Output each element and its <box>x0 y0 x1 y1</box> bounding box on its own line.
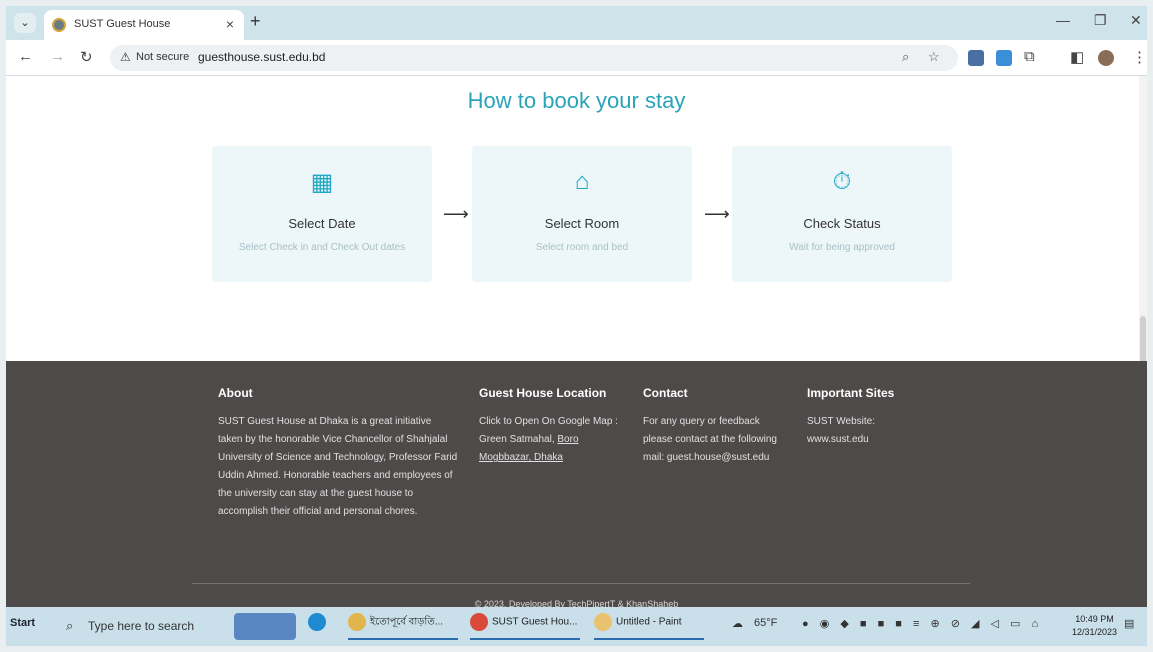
warning-icon[interactable]: ⚠ <box>120 50 131 64</box>
footer-sites: Important Sites SUST Website: www.sust.e… <box>807 383 947 449</box>
forward-icon[interactable]: → <box>50 48 65 65</box>
footer-about: About SUST Guest House at Dhaka is a gre… <box>218 383 458 521</box>
taskbar-item-paint[interactable]: Untitled - Paint <box>594 613 704 640</box>
browser-tab[interactable]: SUST Guest House × <box>44 10 244 40</box>
system-tray-icons[interactable]: ● ◉ ◆ ■ ■ ■ ≡ ⊕ ⊘ ◢ ◁ ▭ ⌂ <box>802 617 1042 630</box>
back-icon[interactable]: ← <box>18 48 33 65</box>
footer-location: Guest House Location Click to Open On Go… <box>479 383 621 467</box>
close-window-icon[interactable]: ✕ <box>1130 12 1142 29</box>
page-title: How to book your stay <box>467 88 686 113</box>
contact-text: For any query or feedback please contact… <box>643 413 781 467</box>
location-desc: Click to Open On Google Map : Green Satm… <box>479 416 618 445</box>
search-icon: ⌕ <box>66 618 74 633</box>
step-title: Select Date <box>288 216 356 231</box>
clock-time: 10:49 PM <box>1075 614 1114 624</box>
sites-label: SUST Website: <box>807 416 875 427</box>
footer-divider <box>192 583 970 584</box>
weather-icon[interactable]: ☁ <box>732 617 743 630</box>
restore-icon[interactable]: ❐ <box>1094 12 1107 29</box>
zoom-icon[interactable]: ⌕ <box>902 49 909 65</box>
minimize-icon[interactable]: — <box>1056 12 1070 28</box>
security-status[interactable]: Not secure <box>136 51 189 63</box>
footer-heading: Contact <box>643 386 688 400</box>
calendar-icon: ▦ <box>310 169 334 196</box>
url-text[interactable]: guesthouse.sust.edu.bd <box>198 50 325 64</box>
step-description: Wait for being approved <box>789 242 895 253</box>
contact-email-link[interactable]: guest.house@sust.edu <box>667 452 769 463</box>
footer: About SUST Guest House at Dhaka is a gre… <box>6 361 1147 609</box>
taskbar-search[interactable]: ⌕ Type here to search <box>62 613 230 639</box>
footer-heading: About <box>218 386 253 400</box>
reload-icon[interactable]: ↻ <box>80 48 93 66</box>
about-text: SUST Guest House at Dhaka is a great ini… <box>218 416 458 517</box>
taskbar-item-chrome[interactable]: SUST Guest Hou... <box>470 613 580 640</box>
location-text: Click to Open On Google Map : Green Satm… <box>479 413 621 467</box>
step-title: Select Room <box>544 216 620 231</box>
step-title: Check Status <box>803 216 881 231</box>
footer-heading: Guest House Location <box>479 386 607 400</box>
weather-temp[interactable]: 65°F <box>754 617 777 629</box>
footer-contact: Contact For any query or feedback please… <box>643 383 781 467</box>
extensions-puzzle-icon[interactable]: ⧉ <box>1024 48 1035 65</box>
extension-icon[interactable] <box>968 50 984 66</box>
menu-kebab-icon[interactable]: ⋮ <box>1132 48 1147 66</box>
notifications-icon[interactable]: ▤ <box>1124 617 1134 630</box>
page-content: How to book your stay ▦ Select Date Sele… <box>6 76 1147 609</box>
address-bar[interactable]: ⚠ Not secure guesthouse.sust.edu.bd ⌕ ☆ <box>110 45 958 71</box>
side-panel-icon[interactable]: ◧ <box>1070 48 1084 66</box>
close-tab-icon[interactable]: × <box>226 16 234 32</box>
step-description: Select room and bed <box>535 242 629 253</box>
step-card-select-date: ▦ Select Date Select Check in and Check … <box>212 146 432 282</box>
screen: ⌄ SUST Guest House × + — ❐ ✕ ← → ↻ ⚠ Not… <box>6 6 1147 646</box>
edge-browser-icon[interactable] <box>308 613 334 640</box>
profile-avatar[interactable] <box>1098 50 1114 66</box>
step-card-select-room: ⌂ Select Room Select room and bed <box>472 146 692 282</box>
taskbar: Start ⌕ Type here to search ইতোপূর্বে বা… <box>6 607 1147 646</box>
clock-date: 12/31/2023 <box>1071 627 1117 637</box>
tab-title: SUST Guest House <box>74 18 171 30</box>
bookmark-star-icon[interactable]: ☆ <box>928 49 940 65</box>
browser-toolbar: ← → ↻ ⚠ Not secure guesthouse.sust.edu.b… <box>6 40 1147 76</box>
start-button[interactable]: Start <box>10 617 35 629</box>
arrow-right-icon: ⟶ <box>704 204 730 224</box>
tab-search-button[interactable]: ⌄ <box>14 13 36 33</box>
arrow-right-icon: ⟶ <box>443 204 469 224</box>
home-icon: ⌂ <box>574 168 590 195</box>
site-favicon-icon <box>52 18 66 32</box>
sites-text: SUST Website: www.sust.edu <box>807 413 947 449</box>
stopwatch-icon: ⏱ <box>832 168 852 195</box>
taskbar-widget-image[interactable] <box>234 613 296 640</box>
sust-website-link[interactable]: www.sust.edu <box>807 431 947 449</box>
browser-tabbar: ⌄ SUST Guest House × + — ❐ ✕ <box>6 6 1147 40</box>
new-tab-button[interactable]: + <box>250 11 261 32</box>
taskbar-item-bangla[interactable]: ইতোপূর্বে বাড়তি... <box>348 613 458 640</box>
extension-icon[interactable] <box>996 50 1012 66</box>
footer-heading: Important Sites <box>807 386 895 400</box>
search-placeholder[interactable]: Type here to search <box>88 619 194 633</box>
step-description: Select Check in and Check Out dates <box>238 242 406 253</box>
taskbar-clock[interactable]: 10:49 PM 12/31/2023 <box>1072 613 1117 639</box>
step-card-check-status: ⏱ Check Status Wait for being approved <box>732 146 952 282</box>
